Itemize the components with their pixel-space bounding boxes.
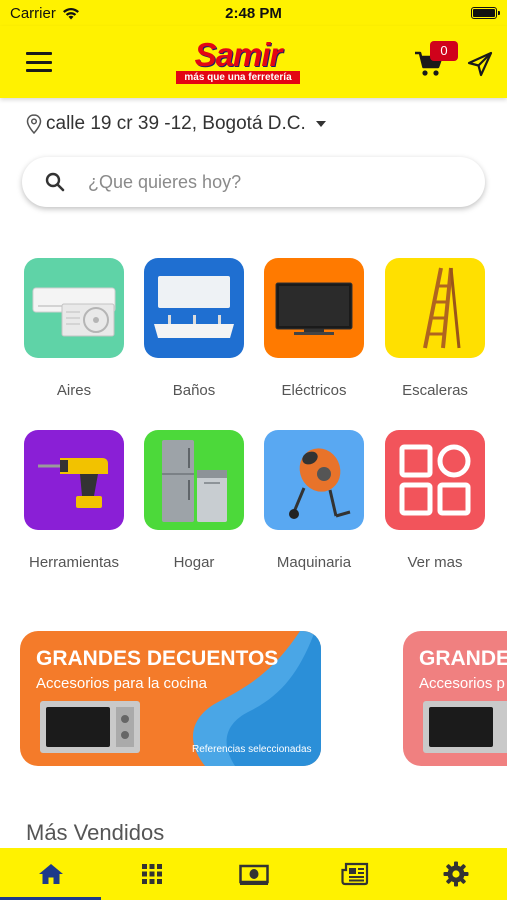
menu-button[interactable] xyxy=(26,52,52,72)
grid-shapes-icon[interactable] xyxy=(385,430,485,530)
status-bar: Carrier 2:48 PM xyxy=(0,0,507,26)
home-icon xyxy=(38,864,63,884)
banner-title: GRANDES xyxy=(419,647,507,670)
banner-note: Referencias seleccionadas xyxy=(192,744,312,755)
hamburger-icon xyxy=(26,52,52,55)
microwave-icon xyxy=(423,701,507,753)
ladder-icon[interactable] xyxy=(385,258,485,358)
cart-count-badge: 0 xyxy=(430,41,458,61)
bottom-tab-bar xyxy=(0,848,507,900)
banner-title: GRANDES DECUENTOS xyxy=(36,647,279,670)
category-escaleras[interactable]: Escaleras xyxy=(385,258,495,399)
tab-payments[interactable] xyxy=(203,848,304,900)
concrete-mixer-icon[interactable] xyxy=(264,430,364,530)
logo-tagline: más que una ferretería xyxy=(176,71,300,84)
category-ver-mas[interactable]: Ver mas xyxy=(385,430,495,571)
category-label: Herramientas xyxy=(28,554,120,571)
location-selector[interactable]: calle 19 cr 39 -12, Bogotá D.C. xyxy=(26,110,326,138)
cash-icon xyxy=(238,864,269,885)
television-icon[interactable] xyxy=(264,258,364,358)
category-label: Eléctricos xyxy=(281,382,347,399)
best-sellers-title: Más Vendidos xyxy=(26,820,165,845)
search-bar[interactable] xyxy=(22,157,485,207)
promo-banner-next[interactable]: GRANDES Accesorios p xyxy=(403,631,507,766)
logo-wordmark: Samir xyxy=(194,36,283,73)
newspaper-icon xyxy=(341,862,369,886)
battery-icon xyxy=(470,7,500,19)
search-icon xyxy=(45,172,65,192)
banner-subtitle: Accesorios p xyxy=(419,675,505,692)
category-electricos[interactable]: Eléctricos xyxy=(264,258,374,399)
microwave-icon xyxy=(40,701,140,753)
category-label: Aires xyxy=(56,382,92,399)
caret-down-icon xyxy=(315,121,326,127)
settings-gear-icon xyxy=(443,861,469,887)
status-time: 2:48 PM xyxy=(225,4,282,22)
search-input[interactable] xyxy=(88,171,448,193)
category-label: Baños xyxy=(172,382,216,399)
category-label: Ver mas xyxy=(407,554,463,571)
status-left: Carrier xyxy=(10,5,130,22)
tab-categories[interactable] xyxy=(101,848,202,900)
tab-settings[interactable] xyxy=(406,848,507,900)
category-aires[interactable]: Aires xyxy=(24,258,134,399)
status-right xyxy=(377,7,500,19)
samir-logo[interactable]: Samir más que una ferretería xyxy=(176,38,300,86)
category-label: Escaleras xyxy=(402,382,468,399)
drill-icon[interactable] xyxy=(24,430,124,530)
category-hogar[interactable]: Hogar xyxy=(144,430,254,571)
tab-home[interactable] xyxy=(0,848,102,900)
category-label: Maquinaria xyxy=(276,554,352,571)
location-address: calle 19 cr 39 -12, Bogotá D.C. xyxy=(46,113,306,134)
promo-banner[interactable]: GRANDES DECUENTOS Accesorios para la coc… xyxy=(20,631,321,766)
banner-subtitle: Accesorios para la cocina xyxy=(36,675,207,692)
category-herramientas[interactable]: Herramientas xyxy=(24,430,134,571)
category-banos[interactable]: Baños xyxy=(144,258,254,399)
category-label: Hogar xyxy=(173,554,215,571)
category-maquinaria[interactable]: Maquinaria xyxy=(264,430,374,571)
bathroom-sink-icon[interactable] xyxy=(144,258,244,358)
fridge-dishwasher-icon[interactable] xyxy=(144,430,244,530)
app-header: Samir más que una ferretería 0 xyxy=(0,26,507,98)
wifi-icon xyxy=(62,7,79,19)
send-icon[interactable] xyxy=(466,50,494,78)
air-conditioner-icon[interactable] xyxy=(24,258,124,358)
grid-icon xyxy=(142,864,163,884)
carrier-label: Carrier xyxy=(10,4,56,22)
tab-news[interactable] xyxy=(304,848,405,900)
location-pin-icon xyxy=(26,114,42,134)
